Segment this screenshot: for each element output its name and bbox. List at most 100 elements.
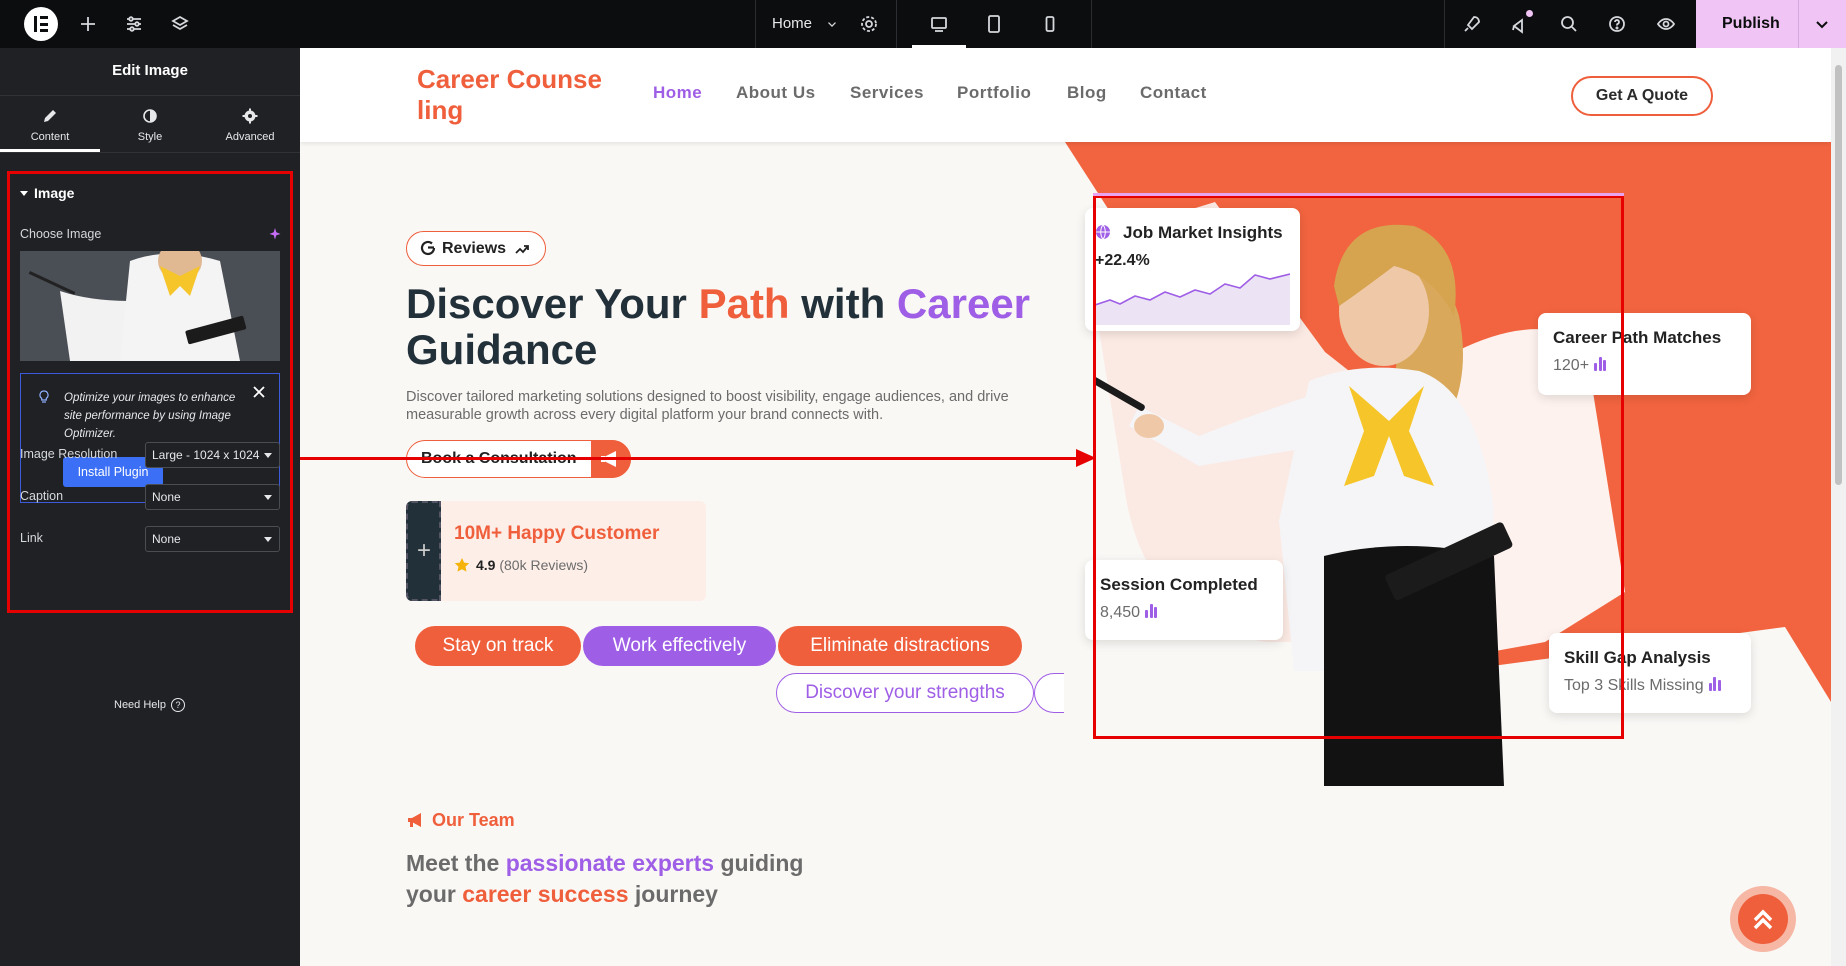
nav-home[interactable]: Home [653,83,702,103]
rocket-icon[interactable] [1460,12,1484,36]
chevron-down-icon[interactable] [1814,16,1830,32]
element-selection-bar [1093,193,1624,196]
page-scrollbar[interactable] [1831,48,1846,966]
bar-chart-icon [1708,677,1723,696]
tag-pill-partial [1034,673,1064,713]
hero-description: Discover tailored marketing solutions de… [406,389,1009,423]
site-logo-text[interactable]: Career Counse ling [417,64,617,126]
nav-blog[interactable]: Blog [1067,83,1107,103]
page-settings-icon[interactable] [857,12,881,36]
team-title-highlight: career success [462,881,629,907]
select-value: None [152,532,181,546]
brand-line: ling [417,95,464,125]
double-chevron-up-icon [1753,909,1773,930]
tag-pill: Work effectively [583,626,776,666]
search-icon[interactable] [1557,12,1581,36]
choose-image-label: Choose Image [20,227,102,241]
gear-icon [242,108,258,124]
team-section-label: Our Team [406,810,515,831]
settings-sliders-icon[interactable] [122,12,146,36]
ai-sparkle-icon[interactable] [268,227,282,241]
caption-select[interactable]: None [145,484,280,510]
pencil-icon [44,110,56,122]
get-a-quote-button[interactable]: Get A Quote [1571,76,1713,116]
hero-title-part: with [789,280,897,327]
rating-value: 4.9 [476,557,496,573]
annotation-arrow-line [300,457,1080,460]
image-thumbnail[interactable] [20,251,280,361]
google-icon [420,240,436,256]
team-title: Meet the passionate experts guiding your… [406,848,826,910]
add-icon[interactable] [76,12,100,36]
publish-button[interactable]: Publish [1696,0,1846,48]
question-icon[interactable]: ? [171,698,185,712]
select-value: Large - 1024 x 1024 [152,448,260,462]
megaphone-icon [408,813,421,827]
tablet-icon[interactable] [982,12,1006,36]
caret-down-icon [264,495,272,500]
brand-line: Career Counse [417,64,602,94]
reviews-badge[interactable]: Reviews [406,231,546,266]
nav-contact[interactable]: Contact [1140,83,1207,103]
layers-icon[interactable] [168,12,192,36]
desktop-icon[interactable] [927,12,951,36]
notice-text: Optimize your images to enhance site per… [64,392,236,440]
customer-rating: 4.9 (80k Reviews) [454,557,588,573]
panel-title: Edit Image [112,62,188,79]
preview-eye-icon[interactable] [1654,12,1678,36]
close-icon[interactable] [251,384,267,400]
team-label-text: Our Team [432,810,515,830]
caret-down-icon [264,453,272,458]
site-header: Career Counse ling Home About Us Service… [300,48,1831,142]
editor-topbar: Home Publish [0,0,1846,48]
mobile-icon[interactable] [1038,12,1062,36]
tab-style[interactable]: Style [100,96,200,151]
team-title-part: journey [628,881,718,907]
tab-advanced[interactable]: Advanced [200,96,300,151]
lightbulb-icon [39,390,49,403]
happy-customer-card: + 10M+ Happy Customer 4.9 (80k Reviews) [406,501,706,601]
section-image-toggle[interactable]: Image [20,185,74,201]
scrollbar-thumb[interactable] [1835,65,1842,485]
hero-title: Discover Your Path with Career Guidance [406,281,1066,373]
nav-services[interactable]: Services [850,83,924,103]
nav-about-us[interactable]: About Us [736,83,816,103]
page-canvas: Career Counse ling Home About Us Service… [300,48,1831,966]
rating-count: (80k Reviews) [499,557,589,573]
trending-up-icon [515,245,529,254]
select-value: None [152,490,181,504]
caret-down-icon [20,191,28,196]
help-icon[interactable] [1605,12,1629,36]
contrast-icon [143,109,157,123]
elementor-logo-icon[interactable] [24,7,58,41]
team-title-highlight: passionate experts [505,850,715,876]
tag-pill: Eliminate distractions [778,626,1022,666]
nav-portfolio[interactable]: Portfolio [957,83,1031,103]
page-selector[interactable]: Home [772,15,812,32]
field-label: Link [20,531,43,545]
hero-title-highlight: Path [698,280,790,327]
tab-label: Advanced [225,131,275,143]
hero-title-part: Discover Your [406,280,699,327]
tab-label: Style [137,131,163,143]
annotation-arrow-head [1076,449,1096,467]
plus-icon: + [417,537,432,564]
image-resolution-select[interactable]: Large - 1024 x 1024 [145,442,280,468]
add-element-placeholder[interactable]: + [406,501,441,601]
need-help-link[interactable]: Need Help [114,699,166,711]
edit-panel: Edit Image Content Style Advanced Image … [0,48,300,966]
whats-new-icon[interactable] [1508,10,1533,36]
scroll-to-top-button[interactable] [1730,886,1796,952]
team-title-part: Meet the [406,850,506,876]
link-select[interactable]: None [145,526,280,552]
section-title: Image [34,185,75,201]
tab-content[interactable]: Content [0,96,100,151]
selected-image-highlight [1093,195,1624,739]
tab-label: Content [30,131,70,143]
customer-count: 10M+ Happy Customer [454,523,660,544]
reviews-label: Reviews [442,240,507,257]
chevron-down-icon[interactable] [820,12,844,36]
hero-title-highlight: Career [896,280,1031,327]
tag-pill: Stay on track [415,626,581,666]
publish-label: Publish [1722,15,1780,32]
